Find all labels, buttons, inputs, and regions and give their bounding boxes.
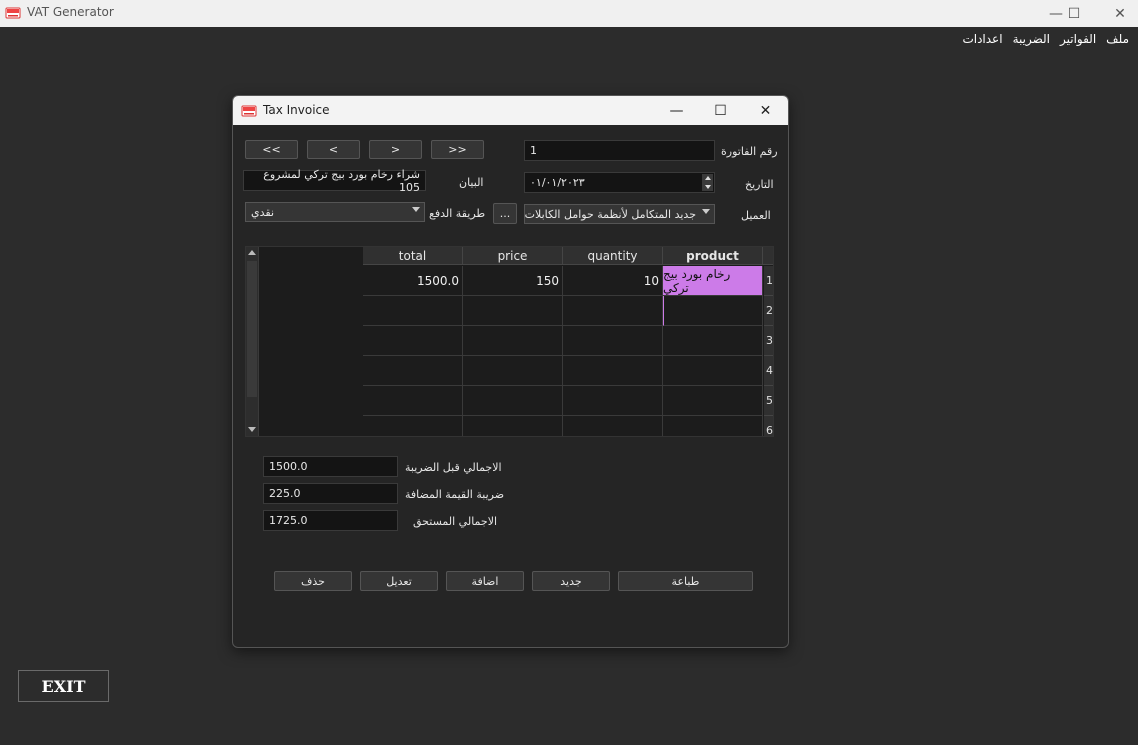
- date-field[interactable]: ٠١/٠١/٢٠٢٣: [524, 172, 715, 193]
- table-cell-quantity[interactable]: [563, 386, 663, 416]
- last-record-button[interactable]: >>: [431, 140, 484, 159]
- table-cell-price[interactable]: 150: [463, 266, 563, 296]
- invoice-number-label: رقم الفاتورة: [721, 145, 778, 158]
- menu-invoices[interactable]: الفواتير: [1055, 27, 1101, 51]
- table-cell-quantity[interactable]: [563, 416, 663, 436]
- table-cell-price[interactable]: [463, 386, 563, 416]
- row-number: 2: [764, 296, 773, 326]
- total-due-field[interactable]: 1725.0: [263, 510, 398, 531]
- row-number: 1: [764, 266, 773, 296]
- table-cell-total[interactable]: [363, 416, 463, 436]
- table-cell-product[interactable]: [663, 416, 763, 436]
- table-cell-price[interactable]: [463, 356, 563, 386]
- date-spinner-icon[interactable]: [702, 174, 713, 191]
- table-cell-quantity[interactable]: [563, 296, 663, 326]
- row-header-corner: [763, 247, 773, 265]
- print-button[interactable]: طباعة: [618, 571, 753, 591]
- first-record-button[interactable]: <<: [245, 140, 298, 159]
- dialog-close-icon[interactable]: ✕: [743, 96, 788, 125]
- next-record-button[interactable]: >: [369, 140, 422, 159]
- customer-value: جديد المتكامل لأنظمة حوامل الكابلات: [524, 207, 696, 221]
- close-icon[interactable]: ✕: [1097, 0, 1138, 27]
- payment-method-select[interactable]: نقدي: [245, 202, 425, 222]
- previous-record-button[interactable]: <: [307, 140, 360, 159]
- table-cell-product[interactable]: [663, 356, 763, 386]
- column-header-price[interactable]: price: [463, 247, 563, 265]
- scroll-down-icon[interactable]: [248, 427, 256, 432]
- customer-select[interactable]: جديد المتكامل لأنظمة حوامل الكابلات: [524, 204, 715, 224]
- before-tax-total-label: الاجمالي قبل الضريبة: [405, 461, 502, 474]
- table-cell-quantity[interactable]: 10: [563, 266, 663, 296]
- delete-button[interactable]: حذف: [274, 571, 352, 591]
- column-header-product[interactable]: product: [663, 247, 763, 265]
- row-number: 6: [764, 416, 773, 436]
- table-cell-product[interactable]: [663, 386, 763, 416]
- app-logo-icon: [241, 105, 257, 117]
- dialog-title: Tax Invoice: [263, 103, 330, 117]
- statement-field[interactable]: شراء رخام بورد بيج تركي لمشروع 105: [243, 168, 426, 194]
- payment-method-label: طريقة الدفع: [429, 207, 486, 220]
- table-cell-total[interactable]: 1500.0: [363, 266, 463, 296]
- app-logo-icon: [5, 7, 21, 19]
- tax-invoice-dialog: Tax Invoice — ☐ ✕ << < > >> 1 رقم الفاتو…: [232, 95, 789, 648]
- dialog-minimize-icon[interactable]: —: [654, 96, 699, 125]
- table-cell-total[interactable]: [363, 326, 463, 356]
- row-number: 3: [764, 326, 773, 356]
- date-label: التاريخ: [745, 178, 774, 191]
- table-cell-total[interactable]: [363, 386, 463, 416]
- table-cell-total[interactable]: [363, 356, 463, 386]
- dialog-titlebar: Tax Invoice — ☐ ✕: [233, 96, 788, 125]
- vat-label: ضريبة القيمة المضافة: [405, 488, 505, 501]
- table-cell-quantity[interactable]: [563, 356, 663, 386]
- table-cell-price[interactable]: [463, 416, 563, 436]
- menu-file[interactable]: ملف: [1101, 27, 1134, 51]
- invoice-number-field[interactable]: 1: [524, 140, 715, 161]
- table-scrollbar[interactable]: [246, 247, 259, 436]
- window-titlebar: VAT Generator — ☐ ✕: [0, 0, 1138, 27]
- table-cell-price[interactable]: [463, 296, 563, 326]
- payment-method-value: نقدي: [251, 205, 275, 219]
- row-number: 5: [764, 386, 773, 416]
- browse-customer-button[interactable]: ...: [493, 203, 517, 224]
- vat-field[interactable]: 225.0: [263, 483, 398, 504]
- add-button[interactable]: اضافة: [446, 571, 524, 591]
- exit-button[interactable]: EXIT: [18, 670, 109, 702]
- table-cell-quantity[interactable]: [563, 326, 663, 356]
- chevron-down-icon: [412, 207, 420, 212]
- table-cell-price[interactable]: [463, 326, 563, 356]
- column-header-total[interactable]: total: [363, 247, 463, 265]
- dialog-maximize-icon[interactable]: ☐: [698, 96, 743, 125]
- chevron-down-icon: [702, 209, 710, 214]
- table-cell-total[interactable]: [363, 296, 463, 326]
- products-table[interactable]: total price quantity product 1500.0 150 …: [245, 246, 774, 437]
- date-value: ٠١/٠١/٢٠٢٣: [530, 176, 585, 189]
- menu-settings[interactable]: اعدادات: [957, 27, 1007, 51]
- maximize-icon[interactable]: ☐: [1051, 0, 1097, 27]
- scroll-thumb[interactable]: [247, 261, 257, 397]
- window-title: VAT Generator: [27, 5, 114, 19]
- edit-button[interactable]: تعديل: [360, 571, 438, 591]
- scroll-up-icon[interactable]: [248, 250, 256, 255]
- table-cell-product[interactable]: [663, 326, 763, 356]
- statement-label: البيان: [459, 176, 484, 189]
- menu-tax[interactable]: الضريبة: [1008, 27, 1055, 51]
- row-number: 4: [764, 356, 773, 386]
- customer-label: العميل: [741, 209, 771, 222]
- table-cell-product[interactable]: [663, 296, 763, 326]
- total-due-label: الاجمالي المستحق: [413, 515, 498, 528]
- new-button[interactable]: جديد: [532, 571, 610, 591]
- column-header-quantity[interactable]: quantity: [563, 247, 663, 265]
- menubar: ملف الفواتير الضريبة اعدادات: [957, 27, 1138, 51]
- table-cell-product[interactable]: رخام بورد بيج تركي: [663, 266, 763, 296]
- before-tax-total-field[interactable]: 1500.0: [263, 456, 398, 477]
